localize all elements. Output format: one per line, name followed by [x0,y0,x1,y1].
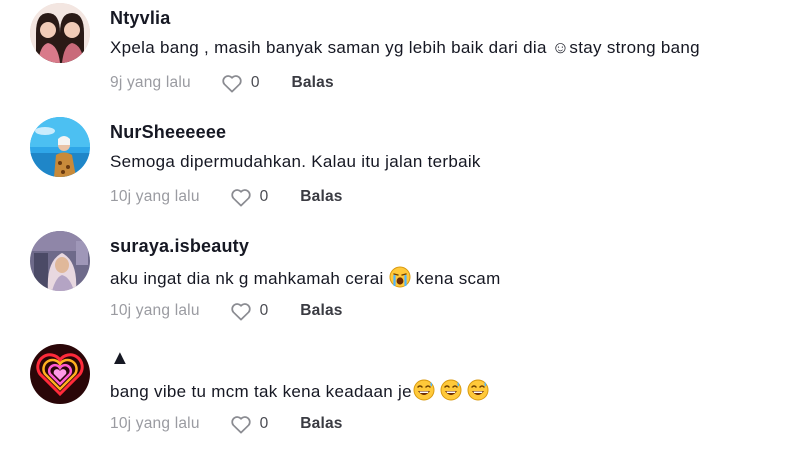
grinning-sweat-face-emoji-icon [439,379,463,406]
avatar-photo-icon [30,3,90,63]
username[interactable]: suraya.isbeauty [110,236,249,257]
timestamp: 9j yang lalu [110,74,191,91]
comment-text-part: bang vibe tu mcm tak kena keadaan je [110,382,412,401]
like-count: 0 [250,74,260,91]
comment-item: Ntyvlia Xpela bang , masih banyak saman … [0,0,787,113]
comment-meta: 10j yang lalu 0 Balas [110,185,343,209]
comment-item: ▲ bang vibe tu mcm tak kena keadaan je 1… [0,341,787,454]
reply-button[interactable]: Balas [300,415,342,433]
avatar[interactable] [30,117,90,177]
comment-text: Semoga dipermudahkan. Kalau itu jalan te… [110,152,481,171]
avatar-photo-icon [30,231,90,291]
avatar-neon-heart-icon [30,344,90,404]
username[interactable]: Ntyvlia [110,8,170,29]
avatar[interactable] [30,344,90,404]
comment-item: NurSheeeeee Semoga dipermudahkan. Kalau … [0,114,787,227]
avatar[interactable] [30,231,90,291]
username[interactable]: ▲ [110,347,130,370]
like-count: 0 [259,188,269,205]
like-count: 0 [259,302,269,319]
timestamp: 10j yang lalu [110,188,200,205]
like-button[interactable]: 0 [230,187,269,207]
like-button[interactable]: 0 [230,414,269,434]
heart-icon [231,303,251,321]
comment-text-part: kena scam [415,269,501,288]
grinning-sweat-face-emoji-icon [466,379,490,406]
timestamp: 10j yang lalu [110,415,200,432]
like-button[interactable]: 0 [230,301,269,321]
loudly-crying-face-emoji-icon [389,266,411,293]
heart-icon [231,189,251,207]
heart-icon [222,75,242,93]
comment-text: bang vibe tu mcm tak kena keadaan je [110,379,490,406]
reply-button[interactable]: Balas [291,74,333,92]
grinning-sweat-face-emoji-icon [412,379,436,406]
avatar-photo-icon [30,117,90,177]
timestamp: 10j yang lalu [110,302,200,319]
reply-button[interactable]: Balas [300,188,342,206]
comment-text: Xpela bang , masih banyak saman yg lebih… [110,38,700,57]
comment-item: suraya.isbeauty aku ingat dia nk g mahka… [0,228,787,341]
like-count: 0 [259,415,269,432]
heart-icon [231,416,251,434]
like-button[interactable]: 0 [221,73,260,93]
comment-meta: 10j yang lalu 0 Balas [110,299,343,323]
avatar[interactable] [30,3,90,63]
comment-text-part: aku ingat dia nk g mahkamah cerai [110,269,384,288]
username[interactable]: NurSheeeeee [110,122,226,143]
reply-button[interactable]: Balas [300,302,342,320]
comment-meta: 9j yang lalu 0 Balas [110,71,334,95]
comment-text: aku ingat dia nk g mahkamah cerai kena s… [110,266,501,293]
comment-meta: 10j yang lalu 0 Balas [110,412,343,436]
